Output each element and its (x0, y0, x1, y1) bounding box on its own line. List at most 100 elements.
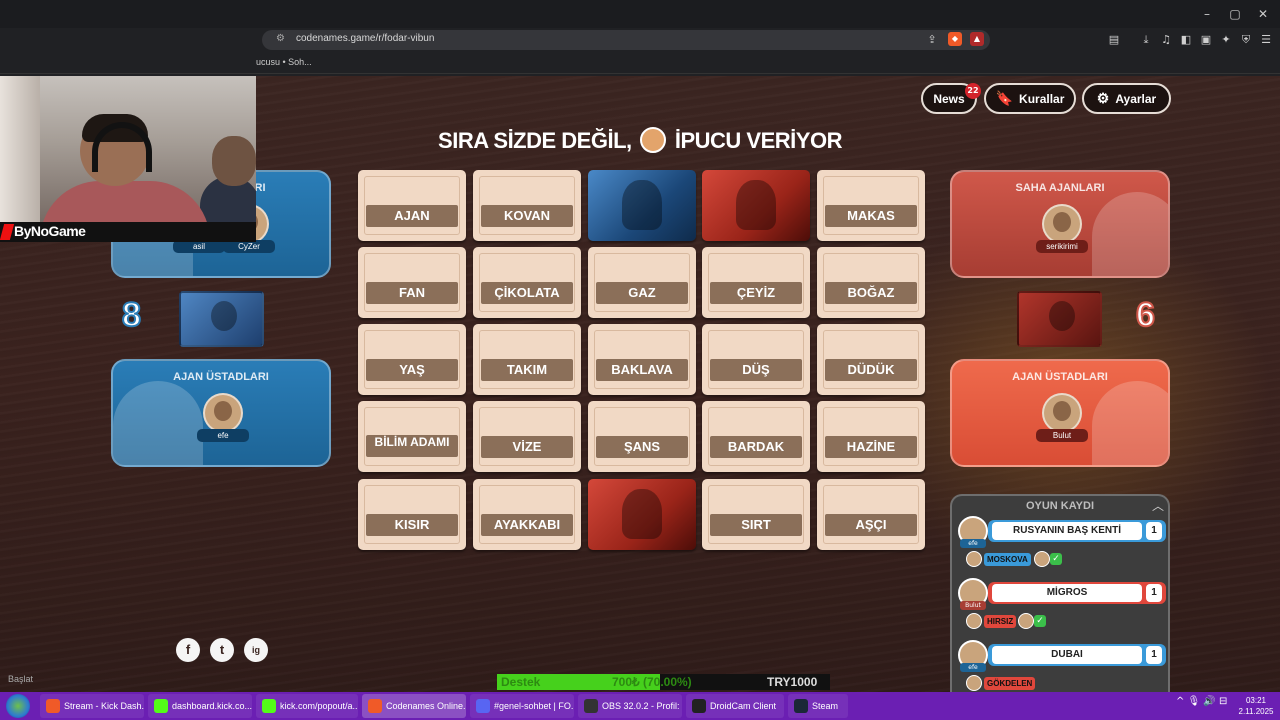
system-tray[interactable]: ^ 🎙 🔊 ⊟ (1176, 696, 1227, 707)
revealed-card-red[interactable] (702, 170, 810, 241)
card-word: GAZ (596, 282, 688, 304)
word-card[interactable]: VİZE (473, 401, 581, 472)
brave-rewards-icon[interactable]: ▲ (970, 32, 984, 46)
word-card[interactable]: HAZİNE (817, 401, 925, 472)
clock-time: 03:21 (1245, 696, 1267, 705)
chevron-up-icon[interactable]: ︿ (1152, 497, 1164, 514)
instagram-icon[interactable]: ig (244, 638, 268, 662)
card-word: KISIR (366, 514, 458, 536)
leo-icon[interactable]: ✦ (1218, 33, 1234, 47)
rules-button[interactable]: 🔖 Kurallar (984, 83, 1076, 114)
word-card[interactable]: ŞANS (588, 401, 696, 472)
vpn-icon[interactable]: ⛨ (1238, 33, 1254, 47)
red-operatives-panel: SAHA AJANLARI serikirimi (950, 170, 1170, 278)
word-card[interactable]: KISIR (358, 479, 466, 550)
minimize-button[interactable]: – (1196, 5, 1218, 23)
card-word: ÇEYİZ (710, 282, 802, 304)
word-card[interactable]: KOVAN (473, 170, 581, 241)
red-operatives-title: SAHA AJANLARI (1015, 182, 1105, 194)
clock[interactable]: 03:21 2.11.2025 (1236, 695, 1276, 717)
log-entry: efe RUSYANIN BAŞ KENTİ 1 MOSKOVA ✓ (958, 516, 1166, 574)
player-bulut[interactable]: Bulut (1036, 393, 1088, 453)
start-button[interactable] (6, 694, 30, 718)
log-clue: RUSYANIN BAŞ KENTİ (992, 522, 1142, 540)
word-card[interactable]: ÇEYİZ (702, 247, 810, 318)
brave-shields-icon[interactable]: ◆ (948, 32, 962, 46)
taskbar-app-label: #genel-sohbet | FO... (494, 701, 574, 711)
twitter-icon[interactable]: t (210, 638, 234, 662)
word-card[interactable]: SIRT (702, 479, 810, 550)
word-card[interactable]: TAKIM (473, 324, 581, 395)
news-label: News (933, 91, 965, 106)
taskbar-app[interactable]: OBS 32.0.2 - Profil: l... (578, 694, 682, 718)
taskbar-app[interactable]: Steam (788, 694, 848, 718)
browser-chrome: – ▢ ✕ ⚙ codenames.game/r/fodar-vibun ⇪ ◆… (0, 0, 1280, 76)
revealed-card-blue[interactable] (588, 170, 696, 241)
download-icon[interactable]: ⤓ (1138, 33, 1154, 47)
red-spymasters-title: AJAN ÜSTADLARI (1012, 371, 1108, 383)
sidebar-icon[interactable]: ▤ (1106, 33, 1122, 47)
avatar (1034, 551, 1050, 567)
word-card[interactable]: MAKAS (817, 170, 925, 241)
red-spymaster-silhouette (1092, 381, 1168, 465)
close-button[interactable]: ✕ (1252, 5, 1274, 23)
check-icon: ✓ (1050, 553, 1062, 565)
app-icon (584, 699, 598, 713)
turn-status: SIRA SİZDE DEĞİL, İPUCU VERİYOR (340, 127, 940, 154)
log-giver: efe (960, 539, 986, 548)
blue-spymaster-silhouette (113, 381, 203, 465)
facebook-icon[interactable]: f (176, 638, 200, 662)
taskbar-app[interactable]: Codenames Online... (362, 694, 466, 718)
word-card[interactable]: BOĞAZ (817, 247, 925, 318)
brand-logo (0, 224, 15, 240)
agent-figure (622, 180, 662, 230)
word-card[interactable]: BARDAK (702, 401, 810, 472)
log-entry: Bulut MİGROS 1 HIRSIZ ✓ (958, 578, 1166, 636)
word-card[interactable]: BİLİM ADAMI (358, 401, 466, 472)
card-word: BİLİM ADAMI (366, 435, 458, 457)
word-card[interactable]: AYAKKABI (473, 479, 581, 550)
card-word: AYAKKABI (481, 514, 573, 536)
url-text[interactable]: codenames.game/r/fodar-vibun (296, 33, 434, 44)
red-score: 6 (1135, 295, 1156, 335)
maximize-button[interactable]: ▢ (1224, 5, 1246, 23)
bookmark-item[interactable]: ucusu • Soh... (256, 57, 312, 67)
menu-icon[interactable]: ☰ (1258, 33, 1274, 47)
clock-date: 2.11.2025 (1238, 707, 1274, 716)
blue-spymasters-title: AJAN ÜSTADLARI (173, 371, 269, 383)
taskbar-app[interactable]: dashboard.kick.co... (148, 694, 252, 718)
taskbar-app[interactable]: DroidCam Client (686, 694, 784, 718)
spymaster-avatar (640, 127, 667, 154)
share-icon[interactable]: ⇪ (924, 33, 940, 47)
address-bar[interactable]: ⚙ codenames.game/r/fodar-vibun (262, 30, 990, 50)
player-serikirimi[interactable]: serikirimi (1036, 204, 1088, 264)
settings-button[interactable]: ⚙ Ayarlar (1082, 83, 1171, 114)
red-agent-card (1017, 291, 1102, 347)
word-card[interactable]: DÜDÜK (817, 324, 925, 395)
reader-icon[interactable]: ◧ (1178, 33, 1194, 47)
revealed-card-red[interactable] (588, 479, 696, 550)
player-efe[interactable]: efe (197, 393, 249, 453)
wallet-icon[interactable]: ▣ (1198, 33, 1214, 47)
card-word: FAN (366, 282, 458, 304)
card-word: ÇİKOLATA (481, 282, 573, 304)
media-icon[interactable]: ♫ (1158, 33, 1174, 47)
card-word: MAKAS (825, 205, 917, 227)
donation-bar: Destek 700₺ (70.00%) TRY1000 (497, 674, 830, 690)
webcam-overlay: ByNoGame (0, 76, 256, 242)
word-card[interactable]: GAZ (588, 247, 696, 318)
agent-figure (622, 489, 662, 539)
taskbar-app[interactable]: Stream - Kick Dash... (40, 694, 144, 718)
taskbar-app[interactable]: kick.com/popout/a... (256, 694, 358, 718)
word-card[interactable]: FAN (358, 247, 466, 318)
word-card[interactable]: BAKLAVA (588, 324, 696, 395)
word-card[interactable]: YAŞ (358, 324, 466, 395)
taskbar-app[interactable]: #genel-sohbet | FO... (470, 694, 574, 718)
app-icon (368, 699, 382, 713)
log-number: 1 (1146, 522, 1162, 540)
word-card[interactable]: DÜŞ (702, 324, 810, 395)
word-card[interactable]: ÇİKOLATA (473, 247, 581, 318)
site-info-icon[interactable]: ⚙ (276, 33, 285, 44)
word-card[interactable]: AJAN (358, 170, 466, 241)
word-card[interactable]: AŞÇI (817, 479, 925, 550)
